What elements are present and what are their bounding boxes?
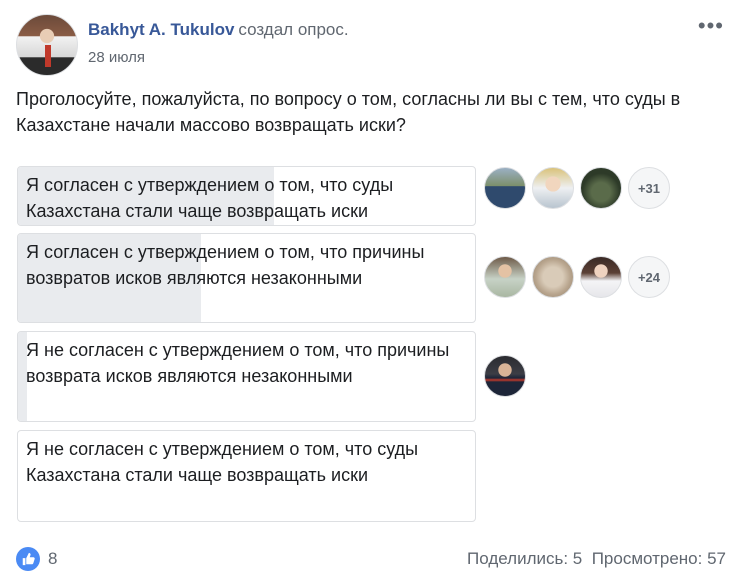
voter-avatar[interactable] bbox=[580, 167, 622, 209]
poll-option-4[interactable]: Я не согласен с утверждением о том, что … bbox=[17, 430, 476, 522]
post-date[interactable]: 28 июля bbox=[88, 49, 145, 66]
poll-option-2-label: Я согласен с утверждением о том, что при… bbox=[26, 242, 425, 288]
post-header: Bakhyt A. Tukulov создал опрос. 28 июля •… bbox=[12, 12, 728, 76]
author-name-link[interactable]: Bakhyt A. Tukulov bbox=[88, 20, 234, 39]
poll-option-1-voters: +31 bbox=[484, 167, 670, 211]
poll-option-1-label: Я согласен с утверждением о том, что суд… bbox=[26, 175, 394, 221]
views-count: Просмотрено: 57 bbox=[591, 549, 726, 568]
poll-option-4-label: Я не согласен с утверждением о том, что … bbox=[26, 439, 419, 485]
poll-option-3-label: Я не согласен с утверждением о том, что … bbox=[26, 340, 450, 386]
post-stats: Поделились: 5 Просмотрено: 57 bbox=[467, 549, 726, 569]
poll-option-2-voters: +24 bbox=[484, 256, 670, 300]
author-avatar[interactable] bbox=[16, 14, 78, 76]
poll-option-1[interactable]: Я согласен с утверждением о том, что суд… bbox=[17, 166, 476, 226]
author-line: Bakhyt A. Tukulov создал опрос. bbox=[88, 20, 349, 40]
like-count[interactable]: 8 bbox=[48, 549, 57, 569]
voter-avatar[interactable] bbox=[532, 167, 574, 209]
voter-avatar[interactable] bbox=[580, 256, 622, 298]
like-icon[interactable] bbox=[16, 547, 40, 571]
poll-option-3-voters bbox=[484, 355, 526, 399]
more-options-icon[interactable]: ••• bbox=[698, 15, 724, 37]
voter-avatar[interactable] bbox=[532, 256, 574, 298]
more-voters-button[interactable]: +24 bbox=[628, 256, 670, 298]
poll-question: Проголосуйте, пожалуйста, по вопросу о т… bbox=[16, 89, 681, 135]
voter-avatar[interactable] bbox=[484, 256, 526, 298]
post-action-text: создал опрос. bbox=[238, 20, 349, 39]
voter-avatar[interactable] bbox=[484, 167, 526, 209]
shares-count[interactable]: Поделились: 5 bbox=[467, 549, 582, 568]
poll-option-3[interactable]: Я не согласен с утверждением о том, что … bbox=[17, 331, 476, 422]
poll-option-2[interactable]: Я согласен с утверждением о том, что при… bbox=[17, 233, 476, 323]
post-footer: 8 Поделились: 5 Просмотрено: 57 bbox=[16, 546, 728, 572]
voter-avatar[interactable] bbox=[484, 355, 526, 397]
more-voters-button[interactable]: +31 bbox=[628, 167, 670, 209]
